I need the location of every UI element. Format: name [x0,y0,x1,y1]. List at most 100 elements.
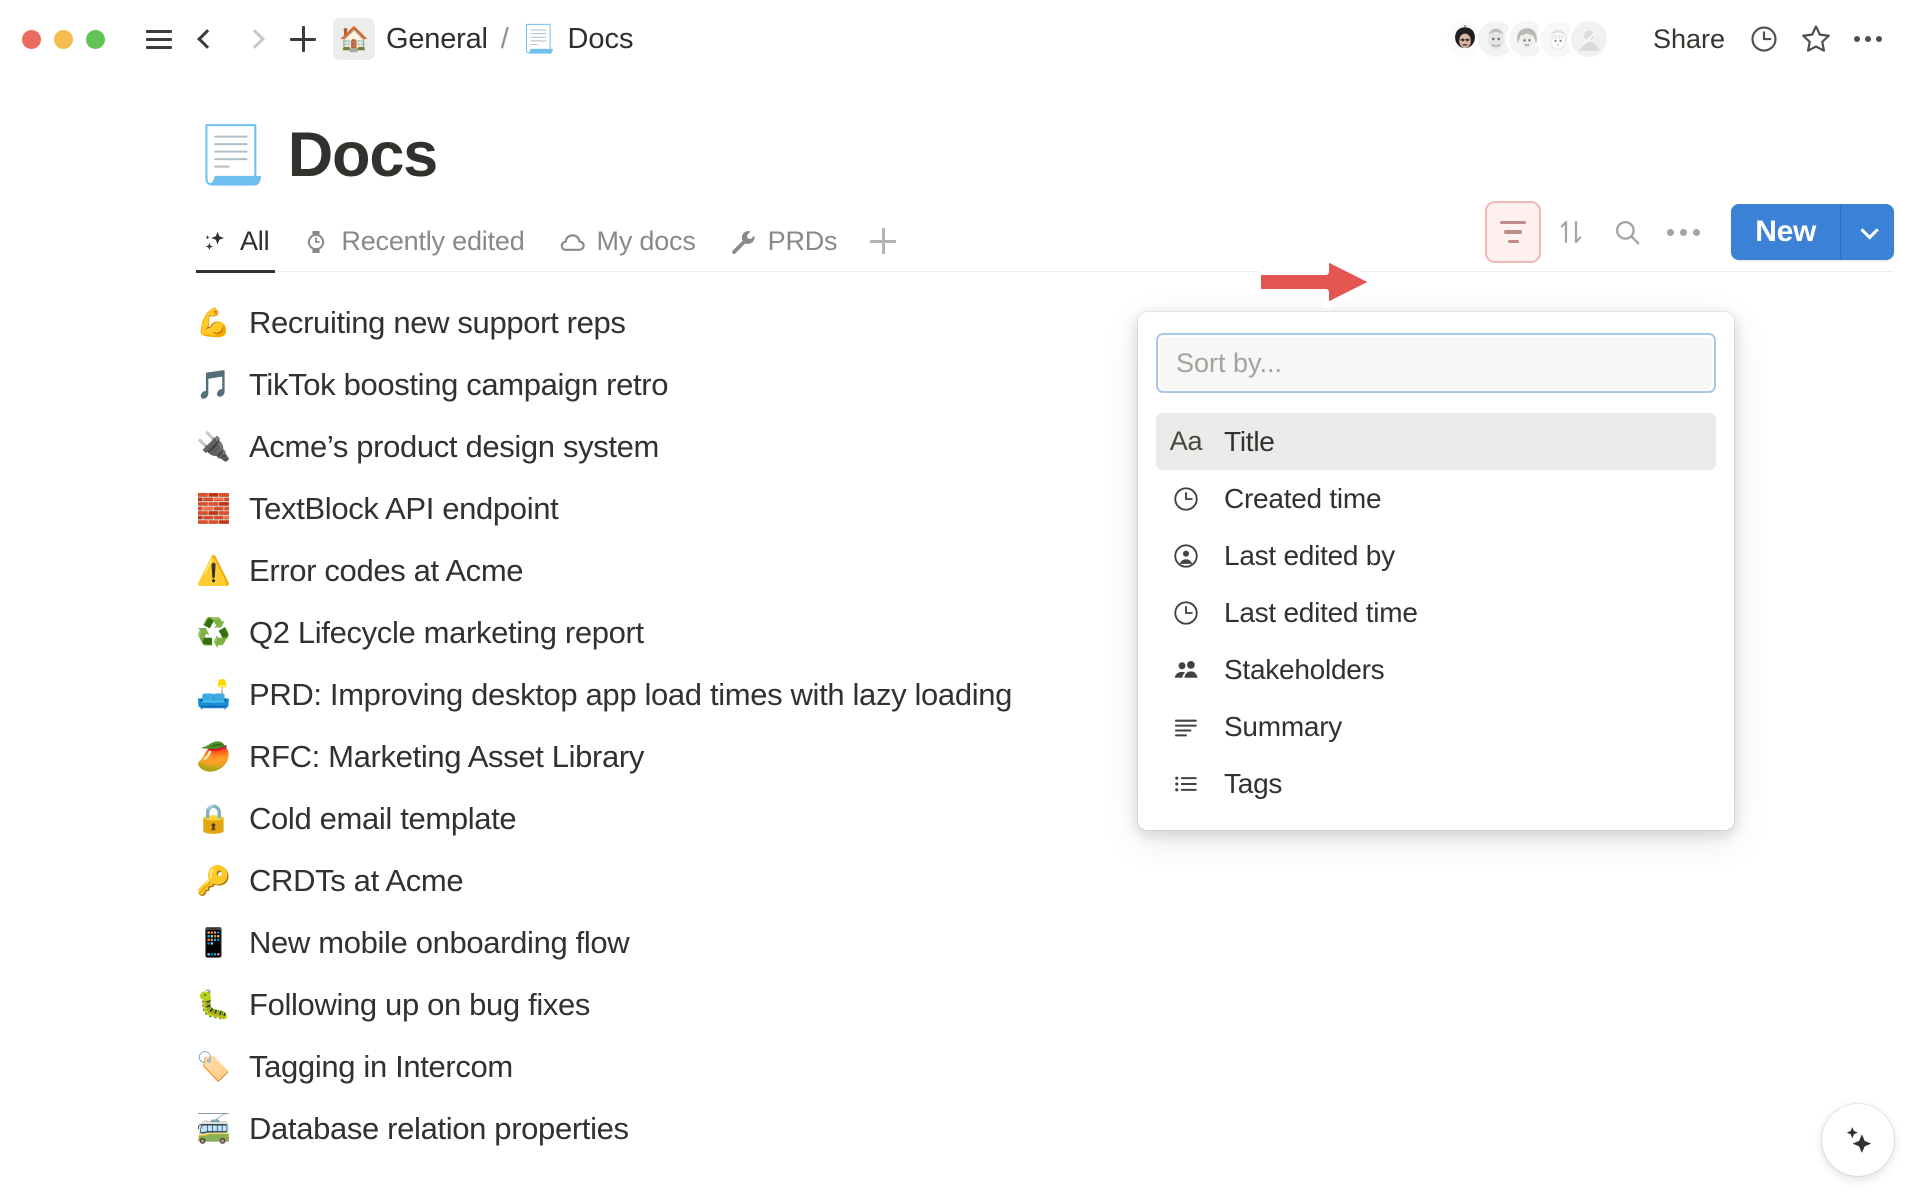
forward-button[interactable] [231,15,279,63]
list-item[interactable]: 🏷️ Tagging in Intercom [196,1036,1920,1098]
favorite-button[interactable] [1790,13,1842,65]
sort-option-tags[interactable]: Tags [1156,755,1716,812]
doc-title[interactable]: Q2 Lifecycle marketing report [249,615,644,651]
sort-option-last-edited-by[interactable]: Last edited by [1156,527,1716,584]
history-button[interactable] [1738,13,1790,65]
tab-label: Recently edited [341,226,524,257]
sort-option-label: Last edited time [1224,597,1418,629]
back-button[interactable] [183,15,231,63]
aa-text-icon: Aa [1170,426,1202,458]
sort-option-label: Tags [1224,768,1282,800]
sort-option-title[interactable]: Aa Title [1156,413,1716,470]
new-label: New [1755,215,1816,249]
ai-assistant-button[interactable] [1822,1104,1894,1176]
sort-button[interactable] [1545,206,1597,258]
breadcrumb-page-link[interactable]: Docs [567,23,633,56]
tab-label: My docs [597,226,696,257]
plus-icon [280,16,326,62]
doc-title[interactable]: Tagging in Intercom [249,1049,513,1085]
doc-title[interactable]: New mobile onboarding flow [249,925,629,961]
sparkles-icon [200,227,230,257]
doc-emoji: 🐛 [196,991,230,1019]
sort-option-summary[interactable]: Summary [1156,698,1716,755]
app-window: 🏠 General / 📃 Docs [0,0,1920,1200]
sidebar-toggle-button[interactable] [135,15,183,63]
doc-title[interactable]: Error codes at Acme [249,553,523,589]
ellipsis-icon [1667,229,1700,236]
view-more-button[interactable] [1657,206,1709,258]
page-icon[interactable]: 📃 [196,127,266,183]
search-icon [1612,217,1642,247]
chevron-right-icon [245,29,265,49]
filter-button[interactable] [1485,201,1541,263]
doc-emoji: ♻️ [196,619,230,647]
page-more-button[interactable] [1842,13,1894,65]
sort-option-stakeholders[interactable]: Stakeholders [1156,641,1716,698]
search-button[interactable] [1601,206,1653,258]
doc-emoji: 💪 [196,309,230,337]
new-dropdown-button[interactable] [1840,204,1894,260]
add-view-button[interactable] [861,219,905,263]
doc-emoji: 🔌 [196,433,230,461]
person-circle-icon [1170,540,1202,572]
tab-recently-edited[interactable]: Recently edited [285,226,540,271]
tab-label: PRDs [768,226,838,257]
breadcrumb-home-icon[interactable]: 🏠 [333,18,375,60]
text-lines-icon [1170,711,1202,743]
clock-icon [1749,24,1779,54]
tab-prds[interactable]: PRDs [712,226,854,271]
new-button-group: New [1731,204,1894,260]
view-toolbar: New [1485,201,1894,271]
sort-search-input[interactable] [1160,337,1712,389]
share-button[interactable]: Share [1640,15,1738,64]
doc-title[interactable]: Recruiting new support reps [249,305,626,341]
collaborator-avatars[interactable] [1444,18,1610,60]
breadcrumb-workspace-link[interactable]: General [386,23,488,56]
doc-title[interactable]: Cold email template [249,801,516,837]
maximize-window-button[interactable] [86,30,105,49]
doc-emoji: 📱 [196,929,230,957]
view-tabs-bar: All Recently edited [196,210,1894,272]
sort-arrows-icon [1556,217,1586,247]
doc-emoji: 🔒 [196,805,230,833]
clock-icon [1170,597,1202,629]
sort-option-label: Title [1224,426,1275,458]
minimize-window-button[interactable] [54,30,73,49]
doc-title[interactable]: Acme’s product design system [249,429,659,465]
tab-all[interactable]: All [196,226,285,271]
list-item[interactable]: 🚎 Database relation properties [196,1098,1920,1160]
avatar[interactable] [1568,18,1610,60]
doc-title[interactable]: RFC: Marketing Asset Library [249,739,644,775]
doc-title[interactable]: PRD: Improving desktop app load times wi… [249,677,1012,713]
tab-my-docs[interactable]: My docs [541,226,712,271]
sort-option-label: Created time [1224,483,1381,515]
star-icon [1800,23,1832,55]
doc-title[interactable]: TextBlock API endpoint [249,491,558,527]
sort-option-last-edited-time[interactable]: Last edited time [1156,584,1716,641]
doc-title[interactable]: Database relation properties [249,1111,629,1147]
view-tabs: All Recently edited [196,219,905,271]
list-item[interactable]: 🔑 CRDTs at Acme [196,850,1920,912]
clock-icon [1170,483,1202,515]
close-window-button[interactable] [22,30,41,49]
page-title[interactable]: Docs [288,119,437,191]
doc-title[interactable]: Following up on bug fixes [249,987,590,1023]
list-item[interactable]: 🐛 Following up on bug fixes [196,974,1920,1036]
new-button[interactable]: New [1731,204,1840,260]
doc-emoji: 🏷️ [196,1053,230,1081]
breadcrumb-separator: / [501,23,509,56]
doc-title[interactable]: CRDTs at Acme [249,863,463,899]
cloud-icon [557,227,587,257]
share-label: Share [1653,24,1725,54]
doc-emoji: 🧱 [196,495,230,523]
doc-emoji: 🛋️ [196,681,230,709]
list-item[interactable]: 📱 New mobile onboarding flow [196,912,1920,974]
new-tab-button[interactable] [279,15,327,63]
filter-icon [1500,221,1526,244]
titlebar-actions: Share [1444,13,1920,65]
tab-label: All [240,226,269,257]
sort-option-created-time[interactable]: Created time [1156,470,1716,527]
breadcrumb-page-emoji: 📃 [522,23,556,55]
sort-search-wrapper [1156,333,1716,393]
doc-title[interactable]: TikTok boosting campaign retro [249,367,668,403]
